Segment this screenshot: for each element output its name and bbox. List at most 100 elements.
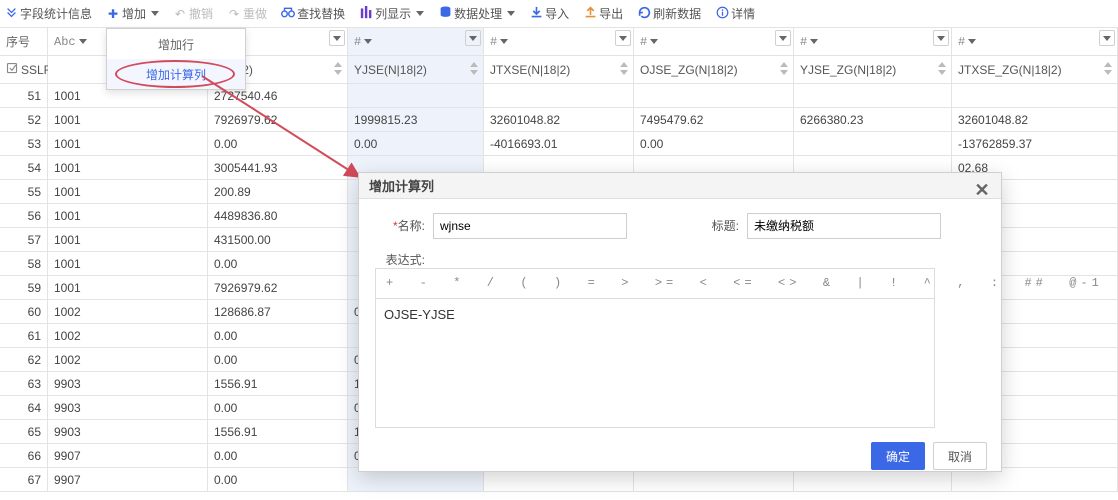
cell-yjse[interactable]: 1999815.23 <box>348 108 484 131</box>
cell-sslr[interactable]: 1001 <box>48 252 208 275</box>
sort-icon[interactable] <box>333 62 343 76</box>
cell-jtxse[interactable] <box>484 84 634 107</box>
cell-nn[interactable]: 0.00 <box>208 132 348 155</box>
coldisplay-button[interactable]: 列显示 <box>359 5 424 22</box>
cell-nn[interactable]: 0.00 <box>208 252 348 275</box>
row-index[interactable]: 65 <box>0 420 48 443</box>
cell-sslr[interactable]: 1001 <box>48 276 208 299</box>
cell-nn[interactable]: 200.89 <box>208 180 348 203</box>
cell-nn[interactable]: 0.00 <box>208 324 348 347</box>
cell-sslr[interactable]: 1001 <box>48 228 208 251</box>
cell-sslr[interactable]: 1001 <box>48 156 208 179</box>
cell-nn[interactable]: 4489836.80 <box>208 204 348 227</box>
row-index[interactable]: 54 <box>0 156 48 179</box>
refresh-button[interactable]: 刷新数据 <box>637 5 701 22</box>
cell-nn[interactable]: 1556.91 <box>208 420 348 443</box>
cell-sslr[interactable]: 9907 <box>48 444 208 467</box>
filter-dropdown-icon[interactable] <box>329 30 345 46</box>
row-index[interactable]: 67 <box>0 468 48 491</box>
sort-icon[interactable] <box>619 62 629 76</box>
cell-yjsezg[interactable]: 6266380.23 <box>794 108 952 131</box>
dataprocess-button[interactable]: 数据处理 <box>438 5 515 22</box>
export-button[interactable]: 导出 <box>583 5 623 22</box>
filter-dropdown-icon[interactable] <box>933 30 949 46</box>
cell-yjse[interactable] <box>348 84 484 107</box>
cell-nn[interactable]: 3005441.93 <box>208 156 348 179</box>
cell-nn[interactable]: 0.00 <box>208 396 348 419</box>
cancel-button[interactable]: 取消 <box>933 442 987 470</box>
ok-button[interactable]: 确定 <box>871 442 925 470</box>
cell-jtxse[interactable]: 32601048.82 <box>484 108 634 131</box>
row-index[interactable]: 61 <box>0 324 48 347</box>
sort-icon[interactable] <box>1103 62 1113 76</box>
cell-sslr[interactable]: 1002 <box>48 324 208 347</box>
name-input[interactable] <box>433 213 627 239</box>
operators-bar[interactable]: + - * / ( ) = > >= < <= <> & | ! ^ , : #… <box>375 268 935 298</box>
dropdown-item-add-row[interactable]: 增加行 <box>107 29 245 59</box>
cell-sslr[interactable]: 1001 <box>48 180 208 203</box>
cell-sslr[interactable]: 1001 <box>48 108 208 131</box>
row-index[interactable]: 57 <box>0 228 48 251</box>
add-button[interactable]: ✚ 增加 <box>106 5 159 22</box>
filter-cell-jtxsezg[interactable]: # <box>952 28 1118 55</box>
sort-icon[interactable] <box>937 62 947 76</box>
cell-nn[interactable]: 7926979.62 <box>208 276 348 299</box>
cell-jtxsezg[interactable]: 32601048.82 <box>952 108 1118 131</box>
filter-dropdown-icon[interactable] <box>775 30 791 46</box>
row-index[interactable]: 52 <box>0 108 48 131</box>
row-index[interactable]: 62 <box>0 348 48 371</box>
col-header-yjsezg[interactable]: YJSE_ZG(N|18|2) <box>794 56 952 83</box>
cell-yjse[interactable]: 0.00 <box>348 132 484 155</box>
cell-jtxsezg[interactable]: -13762859.37 <box>952 132 1118 155</box>
cell-jtxse[interactable]: -4016693.01 <box>484 132 634 155</box>
filter-cell-yjse[interactable]: # <box>348 28 484 55</box>
col-header-index[interactable]: SSLR <box>0 56 48 83</box>
cell-sslr[interactable]: 9903 <box>48 372 208 395</box>
expr-textarea[interactable]: OJSE-YJSE <box>375 298 935 428</box>
row-index[interactable]: 59 <box>0 276 48 299</box>
row-index[interactable]: 51 <box>0 84 48 107</box>
cell-nn[interactable]: 0.00 <box>208 468 348 491</box>
redo-button[interactable]: ↷ 重做 <box>227 5 267 22</box>
cell-sslr[interactable]: 1002 <box>48 348 208 371</box>
row-index[interactable]: 58 <box>0 252 48 275</box>
row-index[interactable]: 55 <box>0 180 48 203</box>
cell-sslr[interactable]: 1001 <box>48 204 208 227</box>
row-index[interactable]: 66 <box>0 444 48 467</box>
col-header-ojse[interactable]: OJSE_ZG(N|18|2) <box>634 56 794 83</box>
undo-button[interactable]: ↶ 撤销 <box>173 5 213 22</box>
detail-button[interactable]: 详情 <box>715 5 755 22</box>
col-header-jtxse[interactable]: JTXSE(N|18|2) <box>484 56 634 83</box>
filter-cell-jtxse[interactable]: # <box>484 28 634 55</box>
sort-icon[interactable] <box>469 62 479 76</box>
filter-dropdown-icon[interactable] <box>465 30 481 46</box>
cell-ojse[interactable] <box>634 84 794 107</box>
title-input[interactable] <box>747 213 941 239</box>
cell-sslr[interactable]: 1002 <box>48 300 208 323</box>
cell-yjsezg[interactable] <box>794 84 952 107</box>
table-row[interactable]: 5310010.000.00-4016693.010.00-13762859.3… <box>0 132 1118 156</box>
import-button[interactable]: 导入 <box>529 5 569 22</box>
findreplace-button[interactable]: 查找替换 <box>281 5 345 22</box>
cell-nn[interactable]: 7926979.62 <box>208 108 348 131</box>
cell-nn[interactable]: 128686.87 <box>208 300 348 323</box>
col-header-yjse[interactable]: YJSE(N|18|2) <box>348 56 484 83</box>
stats-button[interactable]: 字段统计信息 <box>4 5 92 22</box>
cell-sslr[interactable]: 9907 <box>48 468 208 491</box>
cell-ojse[interactable]: 0.00 <box>634 132 794 155</box>
cell-yjsezg[interactable] <box>794 132 952 155</box>
filter-cell-yjsezg[interactable]: # <box>794 28 952 55</box>
row-index[interactable]: 60 <box>0 300 48 323</box>
cell-nn[interactable]: 0.00 <box>208 348 348 371</box>
filter-cell-ojse[interactable]: # <box>634 28 794 55</box>
filter-dropdown-icon[interactable] <box>615 30 631 46</box>
col-header-jtxsezg[interactable]: JTXSE_ZG(N|18|2) <box>952 56 1118 83</box>
table-row[interactable]: 5210017926979.621999815.2332601048.82749… <box>0 108 1118 132</box>
cell-sslr[interactable]: 9903 <box>48 396 208 419</box>
cell-sslr[interactable]: 9903 <box>48 420 208 443</box>
cell-jtxsezg[interactable] <box>952 84 1118 107</box>
cell-sslr[interactable]: 1001 <box>48 132 208 155</box>
row-index[interactable]: 64 <box>0 396 48 419</box>
dialog-title-bar[interactable]: 增加计算列 ✕ <box>359 173 1001 199</box>
cell-nn[interactable]: 431500.00 <box>208 228 348 251</box>
